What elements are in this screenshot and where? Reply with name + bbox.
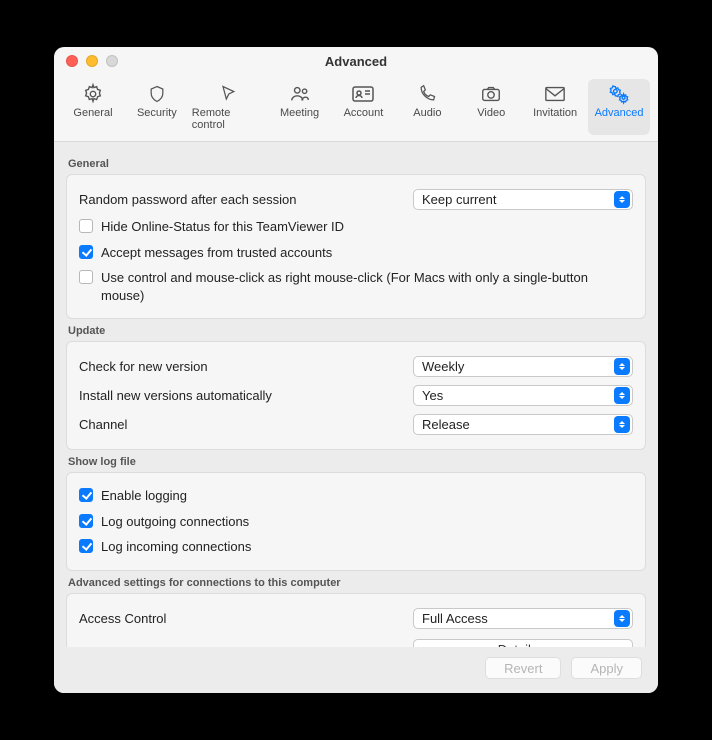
preferences-window: Advanced General Security Remote control… — [54, 47, 658, 693]
tab-invitation[interactable]: Invitation — [524, 79, 586, 135]
access-details-button[interactable]: Details... — [413, 639, 633, 647]
accept-trusted-messages-checkbox[interactable] — [79, 245, 93, 259]
id-card-icon — [351, 83, 375, 105]
close-window-button[interactable] — [66, 55, 78, 67]
traffic-lights — [54, 55, 118, 67]
random-password-select[interactable]: Keep current — [413, 189, 633, 210]
updown-icon — [614, 610, 630, 627]
revert-button[interactable]: Revert — [485, 657, 561, 679]
minimize-window-button[interactable] — [86, 55, 98, 67]
accept-trusted-messages-label: Accept messages from trusted accounts — [101, 244, 332, 262]
select-value: Release — [422, 417, 614, 432]
shield-icon — [145, 83, 169, 105]
tab-label: Invitation — [533, 107, 577, 119]
log-incoming-checkbox[interactable] — [79, 539, 93, 553]
section-header-general: General — [68, 158, 644, 170]
section-header-access: Advanced settings for connections to thi… — [68, 577, 644, 589]
updown-icon — [614, 358, 630, 375]
select-value: Keep current — [422, 192, 614, 207]
enable-logging-label: Enable logging — [101, 487, 187, 505]
tab-general[interactable]: General — [62, 79, 124, 135]
tab-remote-control[interactable]: Remote control — [190, 79, 267, 135]
updown-icon — [614, 191, 630, 208]
select-value: Full Access — [422, 611, 614, 626]
channel-select[interactable]: Release — [413, 414, 633, 435]
tab-label: Security — [137, 107, 177, 119]
tab-meeting[interactable]: Meeting — [269, 79, 331, 135]
envelope-icon — [543, 83, 567, 105]
phone-icon — [415, 83, 439, 105]
ctrl-rightclick-checkbox[interactable] — [79, 270, 93, 284]
tab-audio[interactable]: Audio — [396, 79, 458, 135]
updown-icon — [614, 387, 630, 404]
log-incoming-label: Log incoming connections — [101, 538, 251, 556]
access-control-select[interactable]: Full Access — [413, 608, 633, 629]
select-value: Yes — [422, 388, 614, 403]
ctrl-rightclick-label: Use control and mouse-click as right mou… — [101, 269, 633, 304]
group-log: Enable logging Log outgoing connections … — [66, 472, 646, 571]
check-version-select[interactable]: Weekly — [413, 356, 633, 377]
section-header-log: Show log file — [68, 456, 644, 468]
gears-icon — [607, 83, 631, 105]
tab-security[interactable]: Security — [126, 79, 188, 135]
tab-label: Meeting — [280, 107, 319, 119]
people-icon — [288, 83, 312, 105]
log-outgoing-label: Log outgoing connections — [101, 513, 249, 531]
content-scroll[interactable]: General Random password after each sessi… — [54, 142, 658, 647]
apply-button[interactable]: Apply — [571, 657, 642, 679]
group-general: Random password after each session Keep … — [66, 174, 646, 319]
cursor-icon — [216, 83, 240, 105]
enable-logging-checkbox[interactable] — [79, 488, 93, 502]
titlebar: Advanced — [54, 47, 658, 75]
window-title: Advanced — [54, 54, 658, 69]
preferences-toolbar: General Security Remote control Meeting … — [54, 75, 658, 142]
log-outgoing-checkbox[interactable] — [79, 514, 93, 528]
zoom-window-button[interactable] — [106, 55, 118, 67]
tab-account[interactable]: Account — [333, 79, 395, 135]
random-password-label: Random password after each session — [79, 192, 403, 207]
install-auto-select[interactable]: Yes — [413, 385, 633, 406]
hide-online-status-label: Hide Online-Status for this TeamViewer I… — [101, 218, 344, 236]
group-update: Check for new version Weekly Install new… — [66, 341, 646, 450]
tab-label: Remote control — [192, 107, 265, 131]
group-access: Access Control Full Access Details... — [66, 593, 646, 647]
access-control-label: Access Control — [79, 611, 403, 626]
hide-online-status-checkbox[interactable] — [79, 219, 93, 233]
tab-label: General — [73, 107, 112, 119]
section-header-update: Update — [68, 325, 644, 337]
channel-label: Channel — [79, 417, 403, 432]
updown-icon — [614, 416, 630, 433]
tab-label: Video — [477, 107, 505, 119]
tab-label: Advanced — [595, 107, 644, 119]
footer: Revert Apply — [54, 647, 658, 693]
camera-icon — [479, 83, 503, 105]
check-version-label: Check for new version — [79, 359, 403, 374]
gear-icon — [81, 83, 105, 105]
tab-advanced[interactable]: Advanced — [588, 79, 650, 135]
select-value: Weekly — [422, 359, 614, 374]
tab-label: Audio — [413, 107, 441, 119]
tab-video[interactable]: Video — [460, 79, 522, 135]
install-auto-label: Install new versions automatically — [79, 388, 403, 403]
tab-label: Account — [344, 107, 384, 119]
